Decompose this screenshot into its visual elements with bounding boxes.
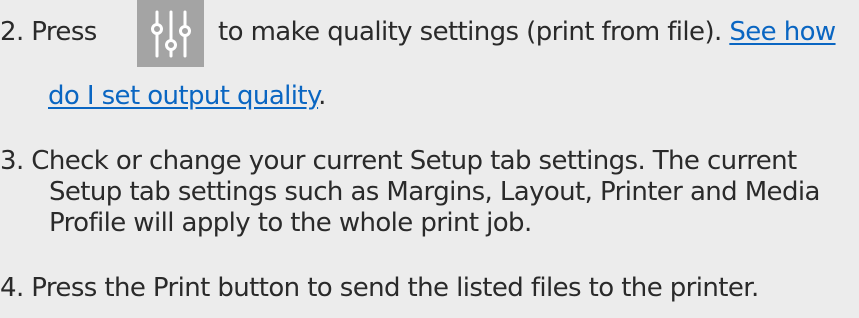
output-quality-link[interactable]: See how (729, 17, 836, 47)
step-text: Press (31, 17, 97, 47)
step-number: 4. (0, 273, 24, 303)
step-text: Profile will apply to the whole print jo… (49, 208, 532, 238)
output-quality-link-continued[interactable]: do I set output quality (48, 81, 319, 111)
step-4-line-1: 4. Press the Print button to send the li… (0, 272, 759, 304)
step-text: Setup tab settings such as Margins, Layo… (49, 177, 820, 207)
step-number: 2. (0, 17, 24, 47)
step-3-line-1: 3. Check or change your current Setup ta… (0, 145, 797, 177)
help-page: { "steps": [ { "number": "2.", "text_bef… (0, 0, 859, 318)
quality-settings-sliders-icon (151, 10, 191, 58)
step-text: to make quality settings (print from fil… (218, 17, 722, 47)
step-3-line-3: Profile will apply to the whole print jo… (49, 207, 532, 239)
step-number: 3. (0, 146, 24, 176)
step-2-line-1: 2. Press (0, 16, 97, 48)
step-text: Check or change your current Setup tab s… (31, 146, 797, 176)
step-2-line-2: do I set output quality. (48, 80, 326, 112)
quality-settings-button[interactable] (137, 0, 204, 67)
step-text: Press the Print button to send the liste… (31, 273, 759, 303)
step-2-line-1-cont: to make quality settings (print from fil… (218, 16, 836, 48)
step-3-line-2: Setup tab settings such as Margins, Layo… (49, 176, 820, 208)
link-suffix: . (318, 81, 326, 111)
